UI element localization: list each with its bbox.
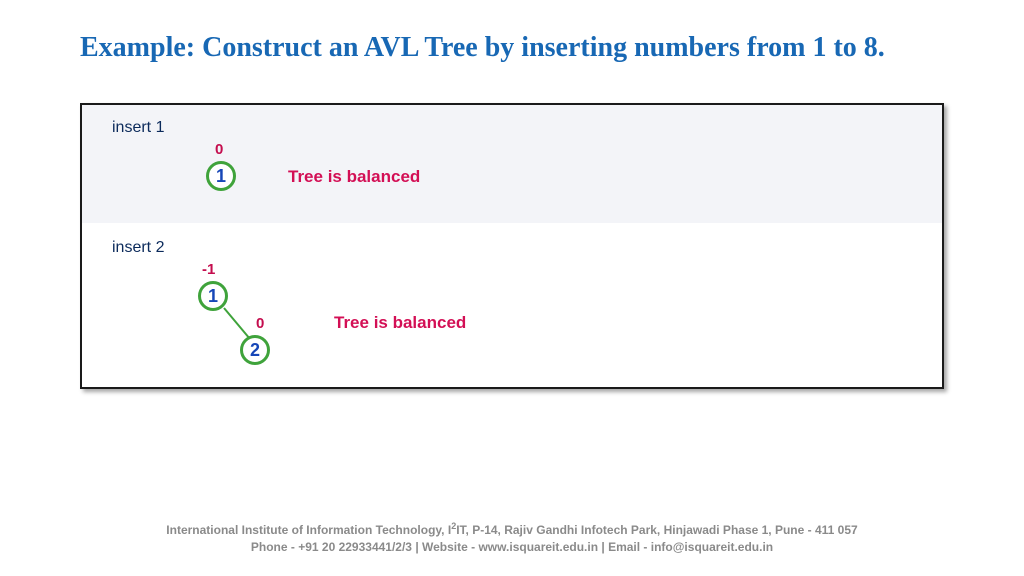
footer-text: IT, P-14, Rajiv Gandhi Infotech Park, Hi…	[456, 523, 857, 537]
footer-line-2: Phone - +91 20 22933441/2/3 | Website - …	[0, 539, 1024, 556]
step-insert-1: insert 1 0 1 Tree is balanced	[82, 105, 942, 223]
node-value: 1	[208, 286, 218, 307]
balance-factor: 0	[215, 141, 223, 158]
page-title: Example: Construct an AVL Tree by insert…	[0, 0, 1024, 75]
balance-factor: -1	[202, 261, 215, 278]
footer-line-1: International Institute of Information T…	[0, 520, 1024, 539]
example-panel: insert 1 0 1 Tree is balanced insert 2 -…	[80, 103, 944, 389]
footer-text: International Institute of Information T…	[166, 523, 451, 537]
step-label: insert 2	[112, 239, 164, 257]
node-value: 1	[216, 166, 226, 187]
tree-node: 1	[206, 161, 236, 191]
status-text: Tree is balanced	[288, 167, 420, 187]
footer: International Institute of Information T…	[0, 520, 1024, 556]
tree-node: 1	[198, 281, 228, 311]
step-insert-2: insert 2 -1 1 0 2 Tree is balanced	[82, 223, 942, 387]
status-text: Tree is balanced	[334, 313, 466, 333]
step-label: insert 1	[112, 119, 164, 137]
tree-edge	[223, 307, 249, 337]
node-value: 2	[250, 340, 260, 361]
tree-node: 2	[240, 335, 270, 365]
balance-factor: 0	[256, 315, 264, 332]
